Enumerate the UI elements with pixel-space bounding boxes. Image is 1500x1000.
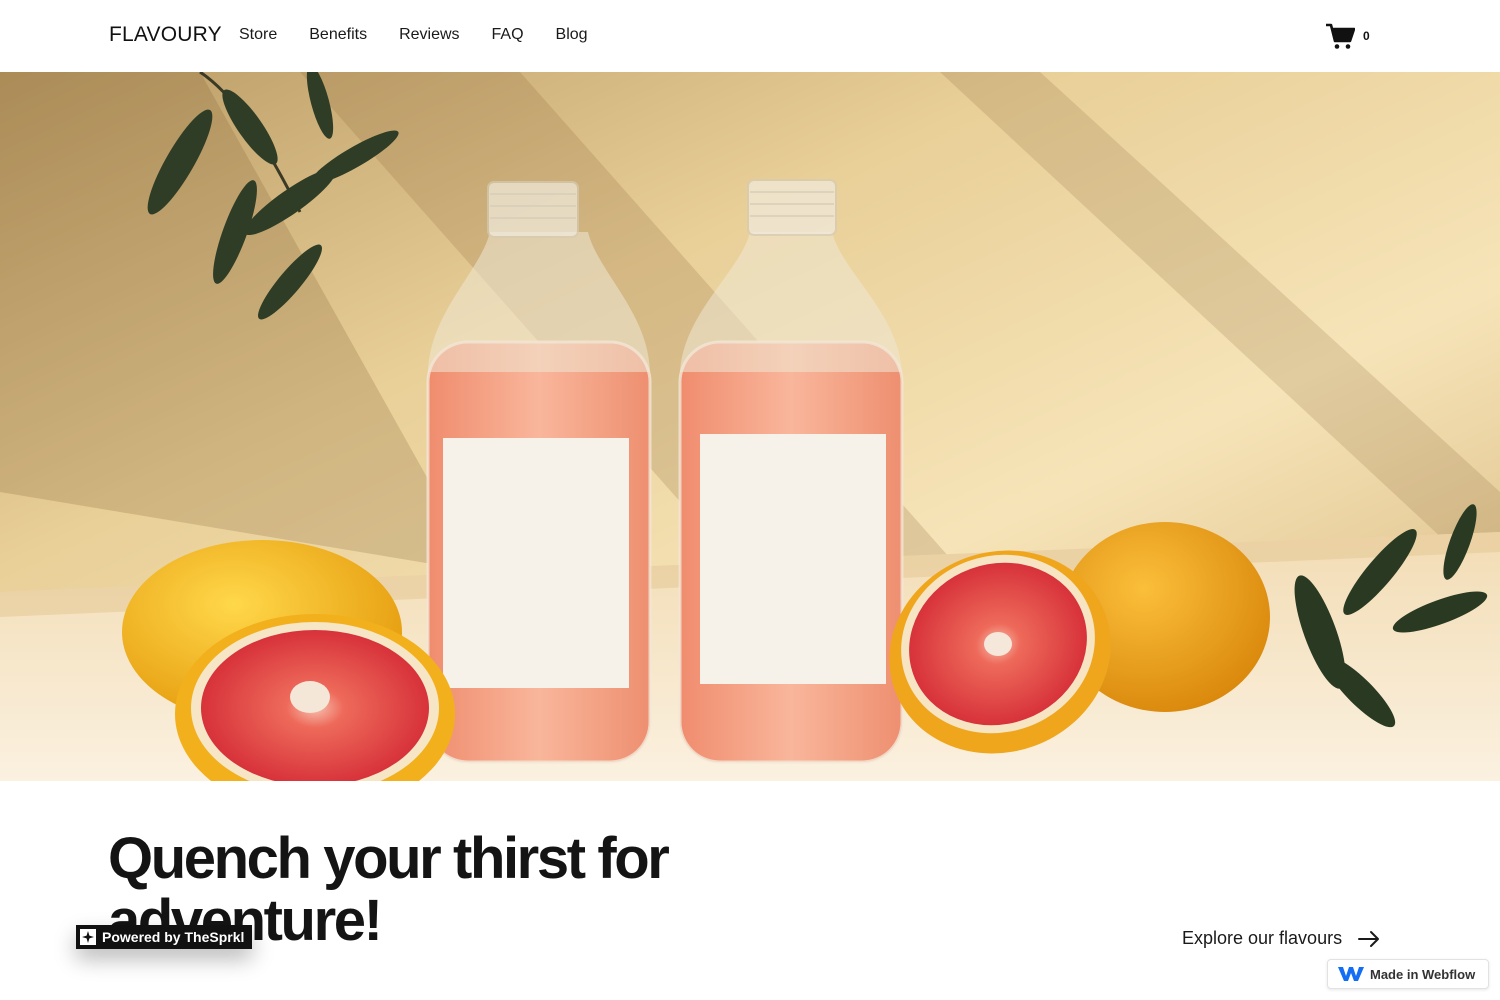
nav-link-reviews[interactable]: Reviews	[399, 26, 459, 44]
sprkl-label: Powered by TheSprkl	[102, 929, 245, 945]
sparkle-icon	[80, 929, 96, 945]
made-in-webflow-badge[interactable]: Made in Webflow	[1327, 959, 1489, 989]
nav-link-faq[interactable]: FAQ	[492, 26, 524, 44]
webflow-label: Made in Webflow	[1370, 966, 1476, 982]
cart-button[interactable]: 0	[1325, 22, 1375, 50]
nav-link-benefits[interactable]: Benefits	[309, 26, 367, 44]
hero-image	[0, 72, 1500, 781]
nav-link-blog[interactable]: Blog	[556, 26, 588, 44]
explore-flavours-label: Explore our flavours	[1182, 928, 1343, 948]
powered-by-sprkl-badge[interactable]: Powered by TheSprkl	[76, 925, 253, 949]
cart-icon	[1326, 23, 1355, 49]
navbar: FLAVOURY Store Benefits Reviews FAQ Blog…	[0, 0, 1500, 72]
cart-count: 0	[1363, 29, 1370, 43]
nav-link-store[interactable]: Store	[239, 26, 277, 44]
arrow-right-icon	[1358, 930, 1380, 947]
webflow-logo-icon	[1338, 967, 1364, 981]
brand-logo[interactable]: FLAVOURY	[109, 23, 222, 47]
hero-illustration	[0, 72, 1500, 781]
explore-flavours-link[interactable]: Explore our flavours	[1182, 928, 1380, 949]
main-nav: Store Benefits Reviews FAQ Blog	[239, 26, 588, 44]
